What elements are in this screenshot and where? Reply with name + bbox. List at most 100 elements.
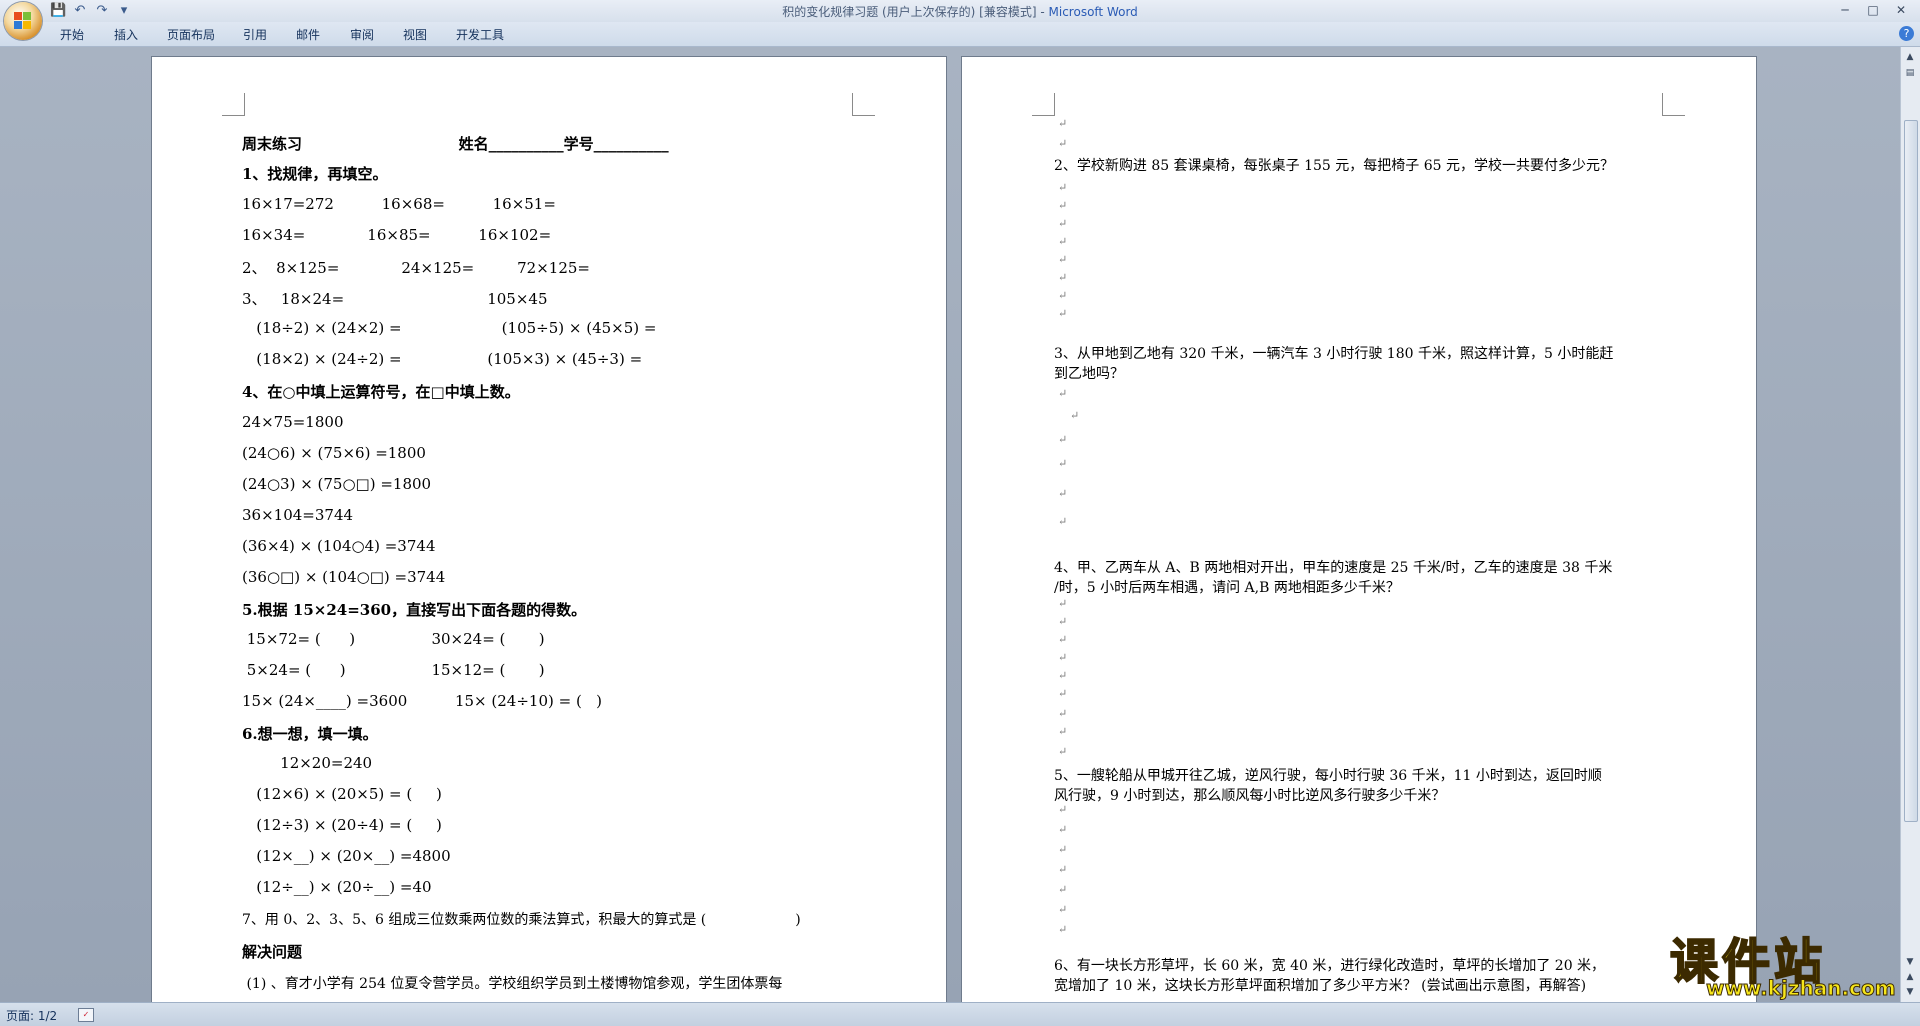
doc-heading: 周末练习 姓名__________学号__________	[242, 135, 669, 153]
paragraph-mark: ↵	[1058, 457, 1068, 470]
paragraph-mark: ↵	[1058, 669, 1068, 682]
scroll-up-icon[interactable]: ▲	[1902, 50, 1918, 64]
close-button[interactable]: ✕	[1888, 1, 1914, 19]
previous-page-icon[interactable]: ▲	[1902, 970, 1918, 984]
document-page-1[interactable]: 周末练习 姓名__________学号__________ 1、找规律，再填空。…	[152, 57, 946, 1002]
tab-review[interactable]: 审阅	[350, 26, 374, 43]
doc-line: 15× (24×____) =3600 15× (24÷10) = ( )	[242, 692, 602, 710]
doc-line: 4、在○中填上运算符号，在□中填上数。	[242, 383, 520, 401]
doc-line: (18÷2) × (24×2) = (105÷5) × (45×5) =	[242, 319, 657, 337]
document-title: 积的变化规律习题 (用户上次保存的) [兼容模式] -	[782, 5, 1049, 19]
doc-line: 12×20=240	[242, 754, 373, 772]
paragraph-mark: ↵	[1058, 253, 1068, 266]
doc-line: 5、一艘轮船从甲城开往乙城，逆风行驶，每小时行驶 36 千米，11 小时到达，返…	[1054, 768, 1602, 784]
margin-corner-mark	[852, 93, 875, 116]
doc-line: /时，5 小时后两车相遇，请问 A,B 两地相距多少千米？	[1054, 580, 1400, 596]
paragraph-mark: ↵	[1058, 633, 1068, 646]
help-icon[interactable]: ?	[1899, 26, 1914, 41]
doc-line: 3、 18×24= 105×45	[242, 290, 548, 308]
paragraph-mark: ↵	[1058, 289, 1068, 302]
tab-developer[interactable]: 开发工具	[456, 26, 504, 43]
doc-line: 7、用 0、2、3、5、6 组成三位数乘两位数的乘法算式，积最大的算式是 ( )	[242, 912, 801, 928]
scrollbar-thumb[interactable]	[1904, 120, 1918, 822]
doc-line: (24○6) × (75×6) =1800	[242, 444, 426, 462]
proofing-icon[interactable]: ✓	[78, 1008, 94, 1022]
watermark-logo: 课件站 www.kjzhan.com	[1669, 922, 1900, 1002]
minimize-button[interactable]: ─	[1832, 1, 1858, 19]
maximize-button[interactable]: □	[1860, 1, 1886, 19]
paragraph-mark: ↵	[1058, 199, 1068, 212]
paragraph-mark: ↵	[1058, 597, 1068, 610]
office-button[interactable]	[4, 2, 42, 40]
document-workspace[interactable]: 周末练习 姓名__________学号__________ 1、找规律，再填空。…	[0, 47, 1900, 1002]
doc-line: 宽增加了 10 米，这块长方形草坪面积增加了多少平方米？ (尝试画出示意图，再解…	[1054, 978, 1587, 994]
page-counter[interactable]: 页面: 1/2	[6, 1007, 57, 1024]
paragraph-mark: ↵	[1058, 235, 1068, 248]
tab-references[interactable]: 引用	[243, 26, 267, 43]
office-logo-icon	[14, 12, 32, 30]
doc-line: 5×24= ( ) 15×12= ( )	[242, 661, 545, 679]
margin-corner-mark	[222, 93, 245, 116]
paragraph-mark: ↵	[1058, 903, 1068, 916]
document-page-2[interactable]: ↵ ↵ ↵ ↵ ↵ ↵ ↵ ↵ ↵ ↵ ↵ ↵ ↵ ↵ ↵ ↵ ↵ ↵ ↵ ↵ ↵ ↵ ↵ ↵ ↵ ↵ ↵ ↵ ↵ ↵ ↵ ↵ 2、学校新购进…	[962, 57, 1756, 1002]
paragraph-mark: ↵	[1058, 181, 1068, 194]
paragraph-mark: ↵	[1058, 137, 1068, 150]
doc-line: (12×6) × (20×5) = ( )	[242, 785, 442, 803]
doc-line: 16×17=272 16×68= 16×51=	[242, 195, 556, 213]
paragraph-mark: ↵	[1058, 387, 1068, 400]
ribbon-tabs: 开始 插入 页面布局 引用 邮件 审阅 视图 开发工具 ?	[0, 22, 1920, 47]
tab-view[interactable]: 视图	[403, 26, 427, 43]
tab-home[interactable]: 开始	[60, 26, 84, 43]
doc-line: 36×104=3744	[242, 506, 354, 524]
doc-line: 6、有一块长方形草坪，长 60 米，宽 40 米，进行绿化改造时，草坪的长增加了…	[1054, 958, 1606, 974]
title-bar: 💾 ↶ ↷ ▾ 积的变化规律习题 (用户上次保存的) [兼容模式] - Micr…	[0, 0, 1920, 22]
paragraph-mark: ↵	[1058, 707, 1068, 720]
paragraph-mark: ↵	[1070, 409, 1080, 422]
doc-line: 解决问题	[242, 943, 303, 961]
doc-line: 2、 8×125= 24×125= 72×125=	[242, 259, 590, 277]
doc-line: 2、学校新购进 85 套课桌椅，每张桌子 155 元，每把椅子 65 元，学校一…	[1054, 158, 1614, 174]
window-controls: ─ □ ✕	[1832, 1, 1914, 19]
doc-line: 5.根据 15×24=360，直接写出下面各题的得数。	[242, 601, 587, 619]
scroll-down-icon[interactable]: ▼	[1902, 955, 1918, 969]
doc-line: (12×__) × (20×__) =4800	[242, 847, 451, 865]
paragraph-mark: ↵	[1058, 923, 1068, 936]
doc-line: 24×75=1800	[242, 413, 344, 431]
paragraph-mark: ↵	[1058, 271, 1068, 284]
tab-page-layout[interactable]: 页面布局	[167, 26, 215, 43]
watermark-url: www.kjzhan.com	[1706, 976, 1897, 1001]
doc-line: 6.想一想，填一填。	[242, 725, 378, 743]
doc-line: (1) 、育才小学有 254 位夏令营学员。学校组织学员到土楼博物馆参观，学生团…	[242, 976, 783, 992]
ruler-toggle-icon[interactable]: ▤	[1902, 66, 1918, 80]
paragraph-mark: ↵	[1058, 863, 1068, 876]
app-name: Microsoft Word	[1048, 5, 1138, 19]
tab-insert[interactable]: 插入	[114, 26, 138, 43]
next-page-icon[interactable]: ▼	[1902, 985, 1918, 999]
doc-line: 16×34= 16×85= 16×102=	[242, 226, 552, 244]
paragraph-mark: ↵	[1058, 307, 1068, 320]
paragraph-mark: ↵	[1058, 843, 1068, 856]
status-bar: 页面: 1/2 ✓	[0, 1002, 1920, 1026]
paragraph-mark: ↵	[1058, 651, 1068, 664]
paragraph-mark: ↵	[1058, 487, 1068, 500]
paragraph-mark: ↵	[1058, 745, 1068, 758]
paragraph-mark: ↵	[1058, 615, 1068, 628]
paragraph-mark: ↵	[1058, 515, 1068, 528]
margin-corner-mark	[1032, 93, 1055, 116]
doc-line: (36×4) × (104○4) =3744	[242, 537, 436, 555]
doc-line: 风行驶，9 小时到达，那么顺风每小时比逆风多行驶多少千米？	[1054, 788, 1446, 804]
doc-line: 1、找规律，再填空。	[242, 165, 388, 183]
paragraph-mark: ↵	[1058, 725, 1068, 738]
doc-line: (36○□) × (104○□) =3744	[242, 568, 446, 586]
doc-line: (24○3) × (75○□) =1800	[242, 475, 432, 493]
doc-line: 15×72= ( ) 30×24= ( )	[242, 630, 545, 648]
doc-line: 3、从甲地到乙地有 320 千米，一辆汽车 3 小时行驶 180 千米，照这样计…	[1054, 346, 1614, 362]
paragraph-mark: ↵	[1058, 117, 1068, 130]
doc-line: 4、甲、乙两车从 A、B 两地相对开出，甲车的速度是 25 千米/时，乙车的速度…	[1054, 560, 1613, 576]
margin-corner-mark	[1662, 93, 1685, 116]
doc-line: (18×2) × (24÷2) = (105×3) × (45÷3) =	[242, 350, 643, 368]
paragraph-mark: ↵	[1058, 687, 1068, 700]
doc-line: (12÷__) × (20÷__) =40	[242, 878, 432, 896]
doc-line: 到乙地吗？	[1054, 366, 1124, 382]
tab-mailings[interactable]: 邮件	[296, 26, 320, 43]
